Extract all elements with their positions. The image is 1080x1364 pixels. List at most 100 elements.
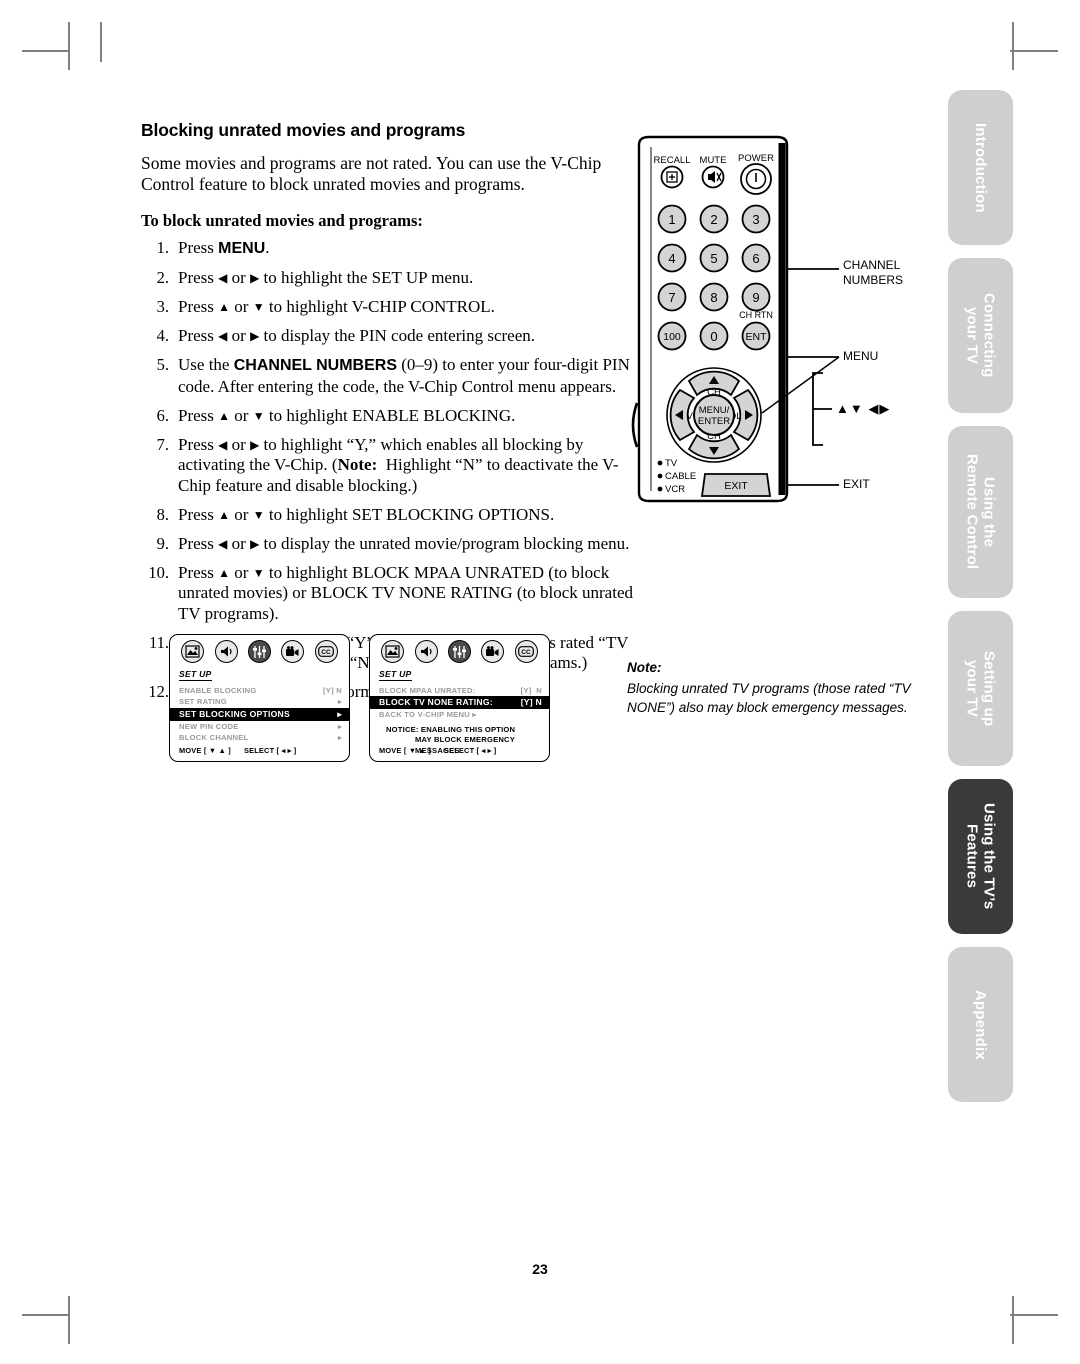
- svg-text:7: 7: [668, 290, 675, 305]
- osd-footer-select: SELECT [ ◂ ▸ ]: [243, 746, 297, 755]
- step-text: Press ◀ or ▶ to highlight “Y,” which ena…: [178, 434, 619, 495]
- osd-footer-move: MOVE [ ▼ ▲ ]: [179, 746, 231, 755]
- remote-control-diagram: RECALL MUTE POWER 1 2 3 4 5 6 7 8 9 100 …: [627, 133, 927, 503]
- procedure-step: 3. Press ▲ or ▼ to highlight V-CHIP CONTR…: [141, 297, 641, 318]
- page-title: Blocking unrated movies and programs: [141, 120, 466, 140]
- crop-mark-top-right-h: [1010, 50, 1058, 52]
- step-text: Use the CHANNEL NUMBERS (0–9) to enter y…: [178, 355, 630, 396]
- video-icon[interactable]: [481, 640, 505, 663]
- svg-text:5: 5: [710, 251, 717, 266]
- osd-icon-row: CC: [170, 635, 349, 664]
- cc-icon[interactable]: CC: [314, 640, 338, 663]
- osd-footer-move: MOVE [ ▼ ▲ ]: [379, 746, 431, 755]
- crop-mark-top-left-v: [68, 22, 70, 70]
- svg-text:RECALL: RECALL: [654, 155, 691, 166]
- sidebar-tab-label: Using the Remote Control: [963, 454, 998, 570]
- step-number: 10.: [148, 562, 169, 582]
- procedure-step: 8. Press ▲ or ▼ to highlight SET BLOCKING…: [141, 505, 641, 526]
- osd-menu-item[interactable]: BLOCK MPAA UNRATED: [Y] N: [379, 685, 542, 697]
- sidebar-tab-using-the-tv-s-features[interactable]: Using the TV’s Features: [948, 779, 1013, 934]
- sidebar-tab-using-the-remote-control[interactable]: Using the Remote Control: [948, 426, 1013, 598]
- crop-mark-bottom-right-v: [1012, 1296, 1014, 1344]
- osd-menu-item-label: SET BLOCKING OPTIONS: [179, 708, 290, 719]
- callout-arrow-keys: ▲▼ ◀▶: [836, 401, 890, 417]
- procedure-step: 1. Press MENU.: [141, 238, 641, 260]
- osd-menu-rows: BLOCK MPAA UNRATED: [Y] N BLOCK TV NONE RA…: [370, 685, 549, 721]
- osd-menu-item-selected[interactable]: SET BLOCKING OPTIONS ▸: [170, 707, 349, 721]
- svg-text:VCR: VCR: [665, 484, 685, 495]
- osd-icon-row: CC: [370, 635, 549, 664]
- osd-menu-item[interactable]: SET RATING ▸: [179, 696, 342, 708]
- crop-mark-bottom-left-v: [68, 1296, 70, 1344]
- step-number: 5.: [156, 355, 169, 374]
- audio-icon[interactable]: [414, 640, 438, 663]
- osd-notice-line: NOTICE: ENABLING THIS OPTION: [386, 724, 516, 734]
- osd-footer: MOVE [ ▼ ▲ ] SELECT [ ◂ ▸ ]: [379, 746, 496, 755]
- step-text: Press ▲ or ▼ to highlight BLOCK MPAA UNR…: [178, 562, 633, 623]
- osd-menu-item[interactable]: ENABLE BLOCKING [Y] N: [179, 685, 342, 697]
- osd-footer-select: SELECT [ ◂ ▸ ]: [443, 746, 497, 755]
- procedure-step: 9. Press ◀ or ▶ to display the unrated mo…: [141, 534, 641, 555]
- procedure-step: 7. Press ◀ or ▶ to highlight “Y,” which e…: [141, 435, 641, 497]
- procedure-step: 6. Press ▲ or ▼ to highlight ENABLE BLOCK…: [141, 406, 641, 427]
- svg-text:1: 1: [668, 212, 675, 227]
- osd-menu-item[interactable]: NEW PIN CODE ▸: [179, 721, 342, 733]
- osd-menu-item-label: SET RATING: [179, 697, 227, 706]
- audio-icon[interactable]: [214, 640, 238, 663]
- svg-text:6: 6: [752, 251, 759, 266]
- step-text: Press ◀ or ▶ to display the PIN code ent…: [178, 326, 535, 345]
- callout-exit: EXIT: [843, 477, 870, 491]
- osd-menu-item-value: [Y] N: [520, 697, 542, 707]
- step-number: 4.: [156, 326, 169, 345]
- sidebar-tab-setting-up-your-tv[interactable]: Setting up your TV: [948, 611, 1013, 766]
- osd-screen-set-blocking-options: CC SET UP ENABLE BLOCKING [Y] N SET RATING ▸ S…: [169, 634, 350, 762]
- sidebar-tab-introduction[interactable]: Introduction: [948, 90, 1013, 245]
- note-text: Blocking unrated TV programs (those rate…: [627, 681, 911, 715]
- osd-menu-item[interactable]: BACK TO V-CHIP MENU ▸: [379, 709, 542, 721]
- osd-section-title: SET UP: [379, 669, 412, 681]
- sidebar-tab-label: Appendix: [972, 989, 989, 1060]
- callout-menu-label: MENU: [843, 349, 879, 363]
- crop-mark-top-left-bleed: [100, 22, 102, 62]
- procedure-step: 10. Press ▲ or ▼ to highlight BLOCK MPAA …: [141, 563, 641, 625]
- step-text: Press ▲ or ▼ to highlight ENABLE BLOCKIN…: [178, 405, 516, 425]
- svg-text:CABLE: CABLE: [665, 471, 696, 482]
- sidebar-tab-appendix[interactable]: Appendix: [948, 947, 1013, 1102]
- osd-menu-item-label: BLOCK MPAA UNRATED:: [379, 685, 476, 695]
- cc-icon[interactable]: CC: [514, 640, 538, 663]
- setup-icon[interactable]: [247, 640, 271, 663]
- osd-menu-item-label: NEW PIN CODE: [179, 721, 239, 731]
- sidebar-tab-connecting-your-tv[interactable]: Connecting your TV: [948, 258, 1013, 413]
- svg-text:EXIT: EXIT: [724, 480, 748, 492]
- step-number: 2.: [156, 268, 169, 287]
- crop-mark-top-right-v: [1012, 22, 1014, 70]
- setup-icon[interactable]: [447, 640, 471, 663]
- sidebar-tab-label: Connecting your TV: [963, 293, 998, 378]
- svg-text:POWER: POWER: [738, 153, 774, 164]
- callout-arrow-keys-label: ▲▼ ◀▶: [836, 401, 891, 416]
- procedure-subheading: To block unrated movies and programs:: [141, 211, 423, 230]
- osd-menu-item-selected[interactable]: BLOCK TV NONE RATING: [Y] N: [370, 696, 549, 709]
- crop-mark-bottom-right-h: [1010, 1314, 1058, 1316]
- video-icon[interactable]: [281, 640, 305, 663]
- picture-icon[interactable]: [181, 640, 205, 663]
- step-number: 3.: [156, 297, 169, 316]
- osd-menu-item[interactable]: BLOCK CHANNEL ▸: [179, 732, 342, 744]
- sidebar-tab-label: Setting up your TV: [963, 650, 998, 727]
- osd-menu-item-label: BLOCK TV NONE RATING:: [379, 697, 493, 707]
- osd-menu-item-value: [Y] N: [323, 685, 342, 695]
- step-number: 12.: [148, 682, 169, 701]
- callout-channel-numbers-line1: CHANNEL: [843, 258, 901, 272]
- procedure-step: 5. Use the CHANNEL NUMBERS (0–9) to enter…: [141, 355, 641, 397]
- sidebar-tab-label: Using the TV’s Features: [963, 803, 998, 910]
- step-number: 1.: [156, 238, 169, 257]
- crop-mark-bottom-left-h: [22, 1314, 70, 1316]
- sidebar-tab-label: Introduction: [972, 122, 989, 213]
- osd-menu-item-value: [Y] N: [520, 685, 542, 695]
- svg-text:9: 9: [752, 290, 759, 305]
- callout-exit-label: EXIT: [843, 477, 870, 491]
- svg-text:8: 8: [710, 290, 717, 305]
- osd-menu-rows: ENABLE BLOCKING [Y] N SET RATING ▸ SET BLOCK…: [170, 685, 349, 744]
- picture-icon[interactable]: [381, 640, 405, 663]
- step-text: Press MENU.: [178, 238, 270, 257]
